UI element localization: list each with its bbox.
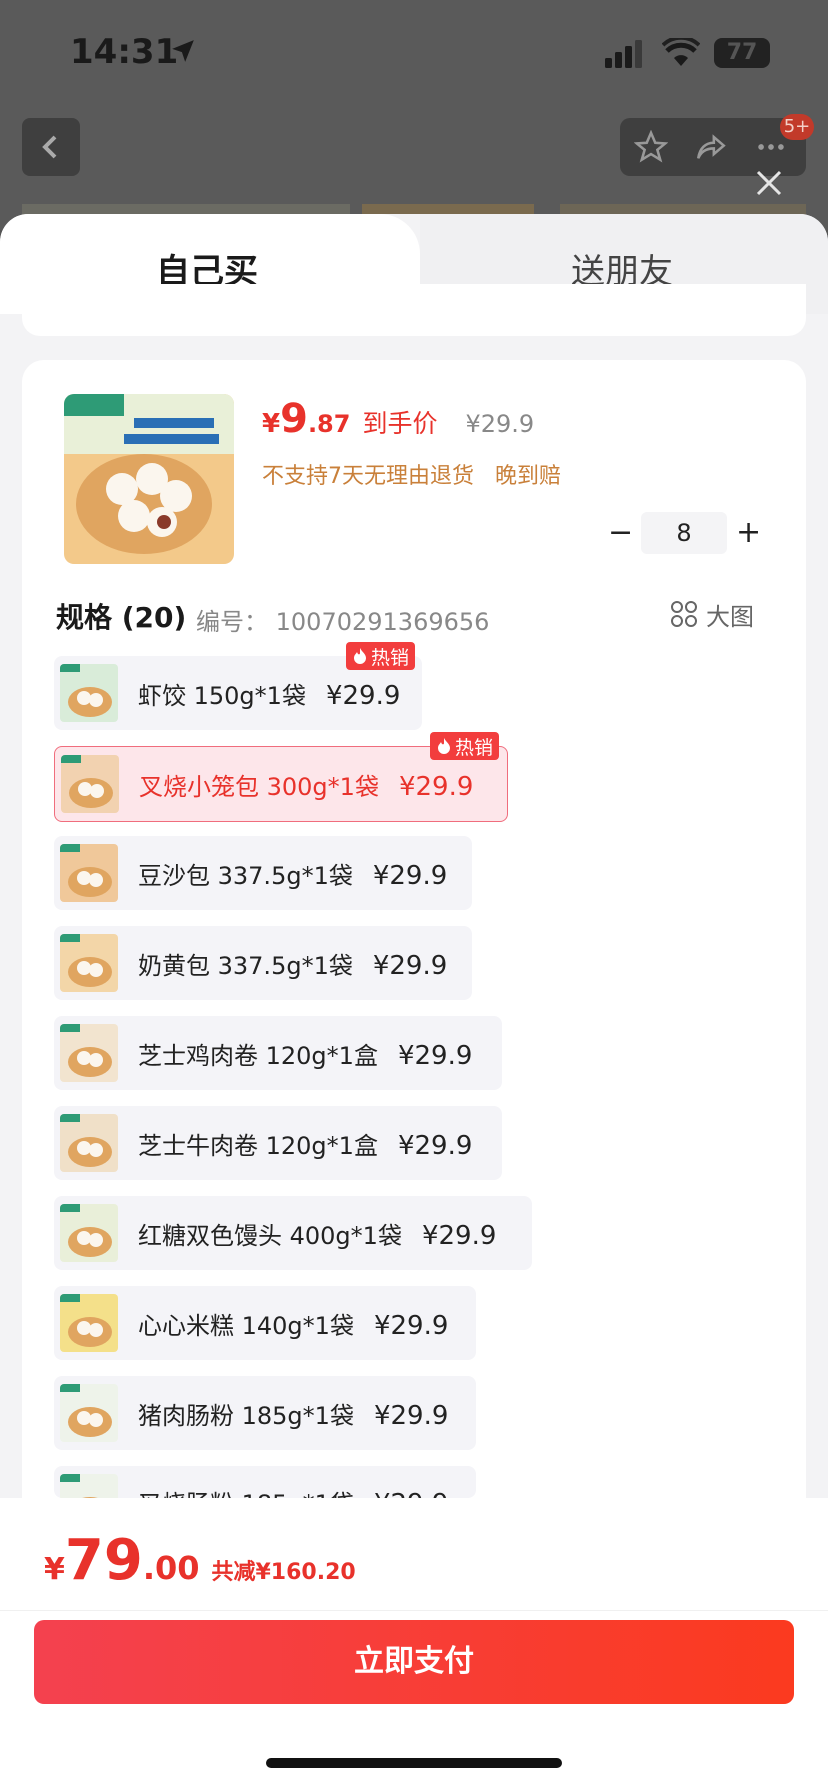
variant-name: 豆沙包 337.5g*1袋	[138, 861, 353, 890]
quantity-field[interactable]: 8	[641, 512, 727, 554]
divider	[0, 1610, 828, 1611]
location-arrow-icon	[172, 40, 194, 62]
total-row: ¥ 79 .00 共减¥160.20	[44, 1528, 356, 1593]
cellular-signal-icon	[605, 40, 642, 68]
flame-icon	[438, 738, 450, 754]
variant-thumbnail	[60, 1204, 118, 1262]
variant-price: ¥29.9	[397, 1040, 473, 1071]
variant-name: 芝士鸡肉卷 120g*1盒	[138, 1041, 378, 1070]
variant-thumbnail	[60, 934, 118, 992]
variant-option[interactable]: 豆沙包 337.5g*1袋 ¥29.9	[54, 836, 472, 910]
hot-sale-label: 热销	[455, 736, 494, 759]
variant-option[interactable]: 奶黄包 337.5g*1袋 ¥29.9	[54, 926, 472, 1000]
variant-option[interactable]: 叉烧肠粉 185g*1袋 ¥29.9	[54, 1466, 476, 1498]
variant-price: ¥29.9	[373, 1310, 449, 1341]
total-decimal: .00	[142, 1549, 200, 1587]
variant-name: 叉烧小笼包 300g*1袋	[139, 772, 379, 801]
hot-sale-badge: 热销	[346, 642, 416, 670]
variant-label: 猪肉肠粉 185g*1袋 ¥29.9	[138, 1396, 448, 1431]
grid-icon	[671, 601, 697, 627]
original-price: ¥29.9	[465, 410, 535, 438]
spec-code-label: 编号：	[196, 608, 268, 636]
variant-thumbnail	[60, 1024, 118, 1082]
hot-sale-badge: 热销	[430, 732, 500, 760]
notification-badge: 5+	[780, 114, 814, 140]
variant-option[interactable]: 芝士牛肉卷 120g*1盒 ¥29.9	[54, 1106, 502, 1180]
wifi-icon	[662, 38, 700, 66]
policy-late-compensation: 晚到赔	[495, 464, 562, 489]
variant-price: ¥29.9	[421, 1220, 497, 1251]
variant-price: ¥29.9	[398, 771, 474, 802]
close-icon[interactable]	[752, 166, 786, 200]
variant-price: ¥29.9	[373, 1400, 449, 1431]
battery-indicator: 77	[714, 38, 770, 68]
chevron-left-icon	[42, 135, 57, 159]
price-currency: ¥	[262, 409, 281, 439]
price-label: 到手价	[362, 409, 438, 438]
variant-label: 叉烧肠粉 185g*1袋 ¥29.9	[138, 1484, 448, 1498]
top-card	[22, 284, 806, 336]
variant-label: 心心米糕 140g*1袋 ¥29.9	[138, 1306, 448, 1341]
variant-thumbnail	[60, 844, 118, 902]
variant-price: ¥29.9	[372, 860, 448, 891]
home-indicator	[266, 1758, 562, 1768]
share-icon[interactable]	[694, 130, 728, 164]
pay-now-button[interactable]: 立即支付	[34, 1620, 794, 1704]
big-image-label: 大图	[706, 602, 754, 631]
star-icon[interactable]	[634, 130, 668, 164]
variant-name: 心心米糕 140g*1袋	[138, 1311, 354, 1340]
status-time: 14:31	[70, 32, 179, 72]
quantity-increment-button[interactable]: +	[736, 516, 761, 550]
variant-price: ¥29.9	[374, 1489, 448, 1498]
product-image	[64, 394, 234, 564]
variant-label: 虾饺 150g*1袋 ¥29.9	[138, 676, 400, 711]
total-integer: 79	[64, 1528, 143, 1593]
variant-name: 猪肉肠粉 185g*1袋	[138, 1401, 354, 1430]
variant-name: 虾饺 150g*1袋	[138, 681, 306, 710]
variant-label: 豆沙包 337.5g*1袋 ¥29.9	[138, 856, 447, 891]
variant-thumbnail	[60, 664, 118, 722]
total-saving: 共减¥160.20	[211, 1560, 356, 1585]
variant-thumbnail	[61, 755, 119, 813]
variant-option[interactable]: 红糖双色馒头 400g*1袋 ¥29.9	[54, 1196, 532, 1270]
variant-name: 叉烧肠粉 185g*1袋	[138, 1490, 354, 1498]
variant-label: 红糖双色馒头 400g*1袋 ¥29.9	[138, 1216, 496, 1251]
variant-price: ¥29.9	[372, 950, 448, 981]
variant-label: 芝士鸡肉卷 120g*1盒 ¥29.9	[138, 1036, 472, 1071]
back-button[interactable]	[22, 118, 80, 176]
status-bar: 14:31 77	[0, 0, 828, 100]
spec-title: 规格 (20)	[56, 601, 187, 634]
variant-thumbnail	[60, 1384, 118, 1442]
variant-thumbnail	[60, 1474, 118, 1498]
price-row: ¥ 9 .87 到手价 ¥29.9	[262, 396, 534, 446]
variant-option[interactable]: 心心米糕 140g*1袋 ¥29.9	[54, 1286, 476, 1360]
quantity-decrement-button[interactable]: −	[608, 516, 633, 550]
variant-thumbnail	[60, 1114, 118, 1172]
variant-label: 奶黄包 337.5g*1袋 ¥29.9	[138, 946, 447, 981]
variant-name: 芝士牛肉卷 120g*1盒	[138, 1131, 378, 1160]
big-image-toggle[interactable]: 大图	[670, 596, 754, 632]
variant-thumbnail	[60, 1294, 118, 1352]
spec-code: 编号： 10070291369656	[196, 602, 489, 637]
variant-label: 叉烧小笼包 300g*1袋 ¥29.9	[139, 767, 473, 802]
total-currency: ¥	[44, 1552, 65, 1587]
variant-label: 芝士牛肉卷 120g*1盒 ¥29.9	[138, 1126, 472, 1161]
policy-no-return: 不支持7天无理由退货	[262, 464, 474, 489]
variant-option[interactable]: 猪肉肠粉 185g*1袋 ¥29.9	[54, 1376, 476, 1450]
variant-price: ¥29.9	[325, 680, 401, 711]
price-integer: 9	[280, 396, 308, 442]
variant-name: 奶黄包 337.5g*1袋	[138, 951, 353, 980]
variant-name: 红糖双色馒头 400g*1袋	[138, 1221, 402, 1250]
flame-icon	[354, 648, 366, 664]
spec-code-value: 10070291369656	[275, 608, 490, 636]
policy-row: 不支持7天无理由退货 晚到赔	[262, 458, 575, 490]
hot-sale-label: 热销	[371, 646, 410, 669]
variant-price: ¥29.9	[397, 1130, 473, 1161]
variant-option[interactable]: 芝士鸡肉卷 120g*1盒 ¥29.9	[54, 1016, 502, 1090]
price-decimal: .87	[307, 410, 351, 438]
